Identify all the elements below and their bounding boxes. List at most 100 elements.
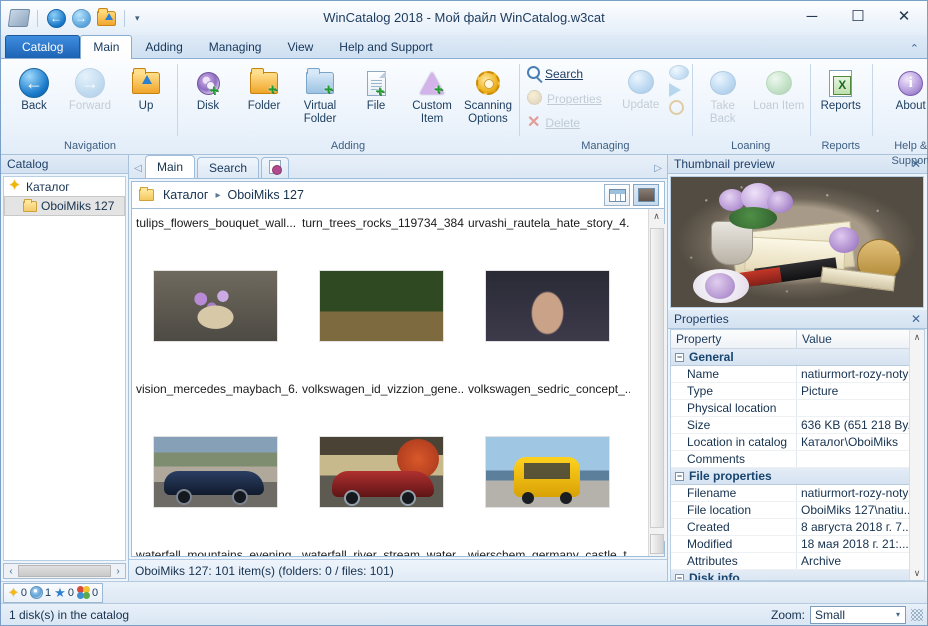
collapse-icon[interactable]: −: [675, 352, 684, 362]
file-thumbnail[interactable]: [484, 270, 610, 342]
tab-main[interactable]: Main: [80, 35, 133, 59]
ribbon-button-back[interactable]: ← Back: [6, 64, 62, 116]
doc-tab-search[interactable]: Search: [197, 157, 260, 178]
file-thumbnail-cell[interactable]: [132, 436, 298, 508]
tab-catalog[interactable]: Catalog: [5, 35, 81, 58]
ribbon-button-forward[interactable]: → Forward: [62, 64, 118, 116]
ribbon-button-folder[interactable]: + Folder: [236, 64, 292, 116]
file-name[interactable]: waterfall_river_stream_water...: [298, 545, 464, 556]
qat-open-folder-icon[interactable]: [95, 7, 117, 29]
file-name[interactable]: vision_mercedes_maybach_6...: [132, 379, 298, 399]
file-name[interactable]: urvashi_rautela_hate_story_4...: [464, 213, 630, 233]
counter-categories[interactable]: 0: [76, 586, 98, 599]
details-view-button[interactable]: [604, 184, 630, 206]
breadcrumb-item-oboimiks-127[interactable]: OboiMiks 127: [224, 186, 306, 204]
scroll-down-arrow-icon[interactable]: ∨: [914, 566, 921, 580]
ribbon-button-delete[interactable]: ✕ Delete: [522, 113, 607, 133]
maximize-button[interactable]: ☐: [835, 1, 881, 31]
ribbon-button-virtual-folder[interactable]: + Virtual Folder: [292, 64, 348, 129]
close-icon[interactable]: ✕: [911, 312, 921, 326]
collapse-icon[interactable]: −: [675, 573, 684, 580]
scroll-right-arrow-icon[interactable]: ›: [111, 566, 125, 577]
ribbon-button-custom-item[interactable]: + Custom Item: [404, 64, 460, 129]
file-name[interactable]: turn_trees_rocks_119734_384...: [298, 213, 464, 233]
close-button[interactable]: ✕: [881, 1, 927, 31]
property-row[interactable]: Comments: [671, 451, 909, 468]
file-grid-scrollbar[interactable]: ∧ ∨: [648, 209, 665, 556]
property-row[interactable]: Attributes Archive: [671, 553, 909, 570]
file-name[interactable]: volkswagen_id_vizzion_gene...: [298, 379, 464, 399]
properties-scrollbar[interactable]: ∧ ∨: [909, 330, 924, 580]
ribbon-button-take-back[interactable]: Take Back: [695, 64, 751, 129]
update-all-icon[interactable]: [668, 65, 689, 80]
file-grid[interactable]: tulips_flowers_bouquet_wall... turn_tree…: [132, 209, 648, 556]
file-thumbnail-cell[interactable]: [132, 270, 298, 342]
update-find-icon[interactable]: [668, 100, 684, 115]
property-row[interactable]: Name natiurmort-rozy-noty-...: [671, 366, 909, 383]
file-thumbnail[interactable]: [484, 436, 610, 508]
collapse-ribbon-icon[interactable]: ⌃: [910, 42, 919, 55]
file-name[interactable]: wierschem_germany_castle_t...: [464, 545, 630, 556]
ribbon-button-properties[interactable]: Properties: [522, 87, 607, 111]
tabs-prev-icon[interactable]: ◁: [131, 163, 145, 178]
file-thumbnail[interactable]: [318, 436, 444, 508]
property-row[interactable]: Modified 18 мая 2018 г. 21:...: [671, 536, 909, 553]
properties-table[interactable]: Property Value − General Name natiurmort…: [670, 329, 925, 581]
scroll-thumb-secondary[interactable]: [649, 534, 664, 554]
zoom-select[interactable]: Small ▾: [810, 605, 906, 624]
property-row[interactable]: Size 636 KB (651 218 By...: [671, 417, 909, 434]
ribbon-button-about[interactable]: i About: [875, 64, 928, 116]
property-row[interactable]: Type Picture: [671, 383, 909, 400]
tab-help-and-support[interactable]: Help and Support: [326, 35, 445, 58]
file-thumbnail-cell[interactable]: [298, 436, 464, 508]
scroll-track[interactable]: [648, 224, 665, 554]
counter-disks[interactable]: 1: [30, 586, 51, 599]
file-name[interactable]: tulips_flowers_bouquet_wall...: [132, 213, 298, 233]
property-row[interactable]: Created 8 августа 2018 г. 7...: [671, 519, 909, 536]
ribbon-button-update[interactable]: Update: [613, 63, 669, 115]
tree-node-oboimiks-127[interactable]: OboiMiks 127: [4, 196, 125, 216]
scroll-thumb[interactable]: [649, 228, 664, 528]
ribbon-button-disk[interactable]: + Disk: [180, 64, 236, 116]
property-group-general[interactable]: − General: [671, 349, 909, 366]
ribbon-button-loan-item[interactable]: Loan Item: [751, 64, 807, 116]
minimize-button[interactable]: ─: [789, 1, 835, 31]
scroll-left-arrow-icon[interactable]: ‹: [4, 566, 18, 577]
doc-tab-page[interactable]: [261, 157, 290, 178]
file-thumbnail[interactable]: [152, 270, 278, 342]
ribbon-button-reports[interactable]: Reports: [813, 64, 869, 116]
catalog-tree[interactable]: ✦ Каталог OboiMiks 127: [3, 176, 126, 561]
scroll-thumb[interactable]: [18, 565, 111, 577]
property-group-file-properties[interactable]: − File properties: [671, 468, 909, 485]
scroll-up-arrow-icon[interactable]: ∧: [653, 209, 660, 224]
file-thumbnail[interactable]: [152, 436, 278, 508]
tab-view[interactable]: View: [274, 35, 326, 58]
property-row[interactable]: Physical location: [671, 400, 909, 417]
resize-grip-icon[interactable]: [911, 608, 923, 621]
tab-adding[interactable]: Adding: [132, 35, 195, 58]
file-thumbnail-cell[interactable]: [298, 270, 464, 342]
file-thumbnail-cell[interactable]: [464, 436, 630, 508]
property-row[interactable]: File location OboiMiks 127\natiu...: [671, 502, 909, 519]
tree-node-katalog[interactable]: ✦ Каталог: [4, 177, 125, 196]
breadcrumb-item-katalog[interactable]: Каталог: [160, 186, 211, 204]
update-run-icon[interactable]: [668, 83, 681, 97]
qat-forward-icon[interactable]: →: [70, 7, 92, 29]
collapse-icon[interactable]: −: [675, 471, 684, 481]
qat-dropdown-icon[interactable]: ▾: [132, 13, 143, 24]
qat-back-icon[interactable]: ←: [45, 7, 67, 29]
tabs-next-icon[interactable]: ▷: [654, 163, 667, 178]
scroll-up-arrow-icon[interactable]: ∧: [914, 330, 921, 344]
file-name[interactable]: waterfall_mountains_evening...: [132, 545, 298, 556]
file-thumbnail-cell[interactable]: [464, 270, 630, 342]
tab-managing[interactable]: Managing: [196, 35, 275, 58]
doc-tab-main[interactable]: Main: [145, 155, 196, 178]
catalog-horizontal-scrollbar[interactable]: ‹ ›: [3, 563, 126, 579]
property-row[interactable]: Filename natiurmort-rozy-noty-...: [671, 485, 909, 502]
thumbnail-view-button[interactable]: [633, 184, 659, 206]
property-group-disk-info[interactable]: − Disk info: [671, 570, 909, 580]
counter-virtual-folders[interactable]: ✦ 0: [8, 586, 27, 599]
ribbon-button-search[interactable]: Search: [522, 63, 607, 85]
property-row[interactable]: Location in catalog Каталог\OboiMiks: [671, 434, 909, 451]
ribbon-button-up[interactable]: Up: [118, 64, 174, 116]
